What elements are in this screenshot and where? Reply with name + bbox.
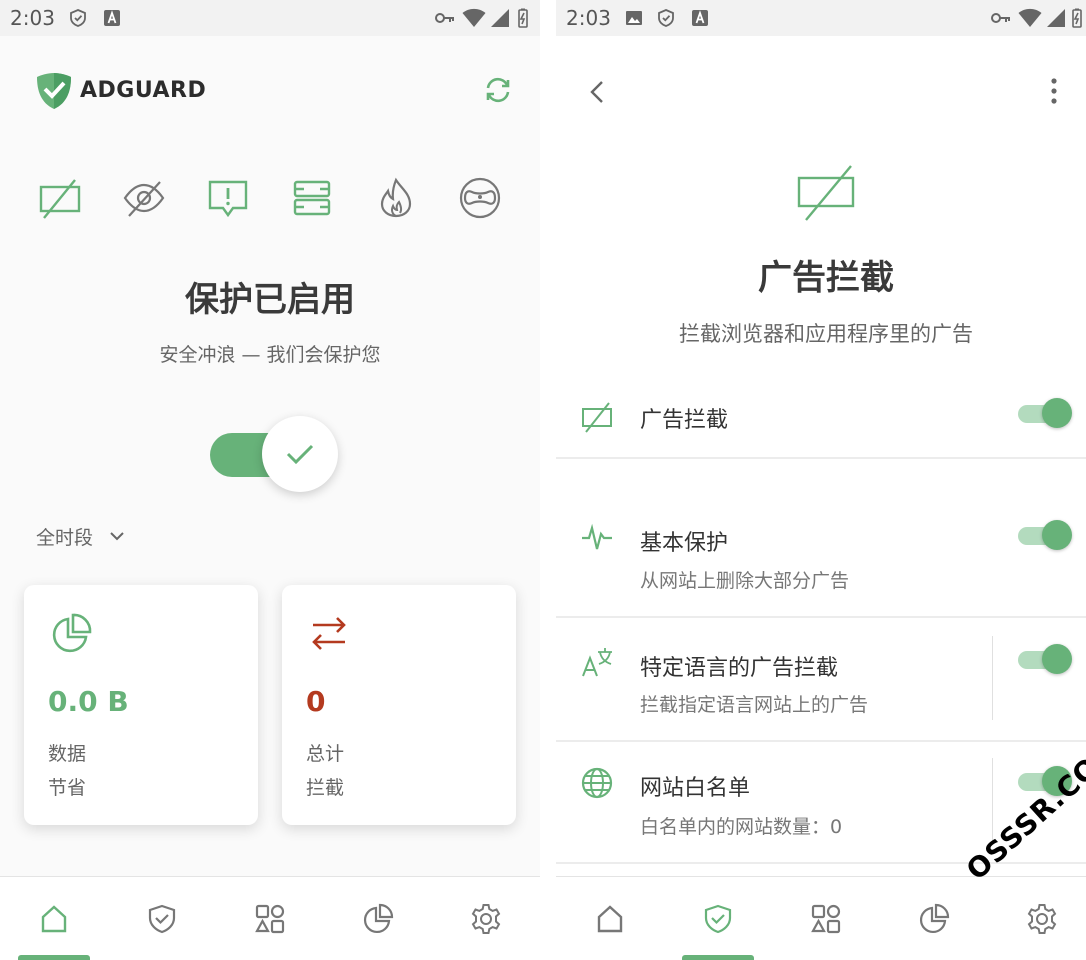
total-blocked-value: 0: [306, 685, 326, 718]
vpn-key-icon: [990, 8, 1012, 28]
brand-name: ADGUARD: [80, 78, 207, 103]
total-blocked-label-1: 总计: [306, 743, 345, 765]
battery-icon: [516, 8, 530, 28]
apps-icon[interactable]: [810, 903, 842, 935]
protection-status-title: 保护已启用: [185, 280, 355, 320]
settings-row-ad-blocking[interactable]: 广告拦截: [556, 380, 1086, 460]
row-title: 基本保护: [640, 531, 729, 556]
ad-blocking-icon[interactable]: [38, 176, 82, 220]
shield-status-icon: [656, 8, 676, 28]
bottom-nav: [556, 876, 1086, 960]
vertical-divider: [992, 636, 993, 720]
adguard-logo: [36, 72, 72, 110]
translate-icon: [580, 646, 614, 680]
row-subtitle: 拦截指定语言网站上的广告: [640, 694, 869, 716]
firewall-icon[interactable]: [374, 176, 418, 220]
data-saved-card[interactable]: 0.0 B 数据 节省: [24, 585, 258, 825]
settings-icon[interactable]: [1026, 903, 1058, 935]
active-tab-indicator: [18, 955, 90, 960]
ad-blocking-hero-icon: [796, 164, 856, 222]
globe-icon: [580, 766, 614, 800]
chevron-down-icon[interactable]: [108, 527, 126, 545]
pie-chart-icon: [50, 613, 92, 655]
page-title: 广告拦截: [758, 258, 894, 298]
total-blocked-card[interactable]: 0 总计 拦截: [282, 585, 516, 825]
vertical-divider: [992, 758, 993, 842]
settings-row-language-filters[interactable]: 特定语言的广告拦截 拦截指定语言网站上的广告: [556, 618, 1086, 742]
settings-icon[interactable]: [470, 903, 502, 935]
app-status-icon: [690, 8, 710, 28]
battery-icon: [1070, 8, 1084, 28]
language-filters-switch[interactable]: [1018, 644, 1072, 674]
data-saved-value: 0.0 B: [48, 685, 129, 718]
period-selector[interactable]: 全时段: [36, 523, 93, 550]
shield-icon[interactable]: [146, 903, 178, 935]
wifi-icon: [1018, 8, 1042, 28]
active-tab-indicator: [682, 955, 754, 960]
annoyance-icon[interactable]: [206, 176, 250, 220]
vpn-key-icon: [434, 8, 456, 28]
row-title: 广告拦截: [640, 408, 729, 433]
data-saved-label-2: 节省: [48, 777, 87, 799]
home-icon[interactable]: [594, 903, 626, 935]
signal-icon: [1046, 8, 1066, 28]
stats-icon[interactable]: [918, 903, 950, 935]
ad-blocking-icon: [580, 400, 614, 434]
row-title: 网站白名单: [640, 776, 751, 801]
basic-protection-switch[interactable]: [1018, 520, 1072, 550]
stats-icon[interactable]: [362, 903, 394, 935]
status-bar: 2:03: [556, 0, 1086, 36]
stealth-mode-icon[interactable]: [458, 176, 502, 220]
row-subtitle: 白名单内的网站数量：0: [640, 816, 843, 838]
refresh-icon[interactable]: [482, 74, 514, 106]
row-title: 特定语言的广告拦截: [640, 656, 839, 681]
wifi-icon: [462, 8, 486, 28]
signal-icon: [490, 8, 510, 28]
image-status-icon: [624, 8, 644, 28]
ad-blocking-switch[interactable]: [1018, 398, 1072, 428]
status-bar: 2:03: [0, 0, 540, 36]
home-icon[interactable]: [38, 903, 70, 935]
more-options-icon[interactable]: [1044, 76, 1064, 106]
back-arrow-icon[interactable]: [586, 78, 610, 106]
apps-icon[interactable]: [254, 903, 286, 935]
status-time: 2:03: [10, 6, 55, 30]
shield-icon[interactable]: [702, 903, 734, 935]
toggle-knob[interactable]: [262, 416, 338, 492]
data-saved-label-1: 数据: [48, 743, 87, 765]
row-subtitle: 从网站上删除大部分广告: [640, 570, 850, 592]
page-subtitle: 拦截浏览器和应用程序里的广告: [679, 322, 973, 346]
transfer-arrows-icon: [308, 613, 350, 655]
home-screen: 2:03 ADGUARD 保护已启用 安全冲浪 — 我们会保护您 全时段 0.0…: [0, 0, 540, 960]
divider: [556, 457, 1086, 459]
app-status-icon: [102, 8, 122, 28]
total-blocked-label-2: 拦截: [306, 777, 345, 799]
dns-icon[interactable]: [290, 176, 334, 220]
pulse-icon: [580, 520, 614, 554]
checkmark-icon: [286, 444, 314, 465]
bottom-nav: [0, 876, 540, 960]
protection-status-subtitle: 安全冲浪 — 我们会保护您: [159, 344, 381, 366]
settings-row-basic-protection[interactable]: 基本保护 从网站上删除大部分广告: [556, 492, 1086, 618]
shield-status-icon: [68, 8, 88, 28]
ad-blocking-screen: 2:03 广告拦截 拦截浏览器和应用程序里的广告 广告拦截 基本保护 从网站上删…: [556, 0, 1086, 960]
status-time: 2:03: [566, 6, 611, 30]
tracking-protection-icon[interactable]: [122, 176, 166, 220]
